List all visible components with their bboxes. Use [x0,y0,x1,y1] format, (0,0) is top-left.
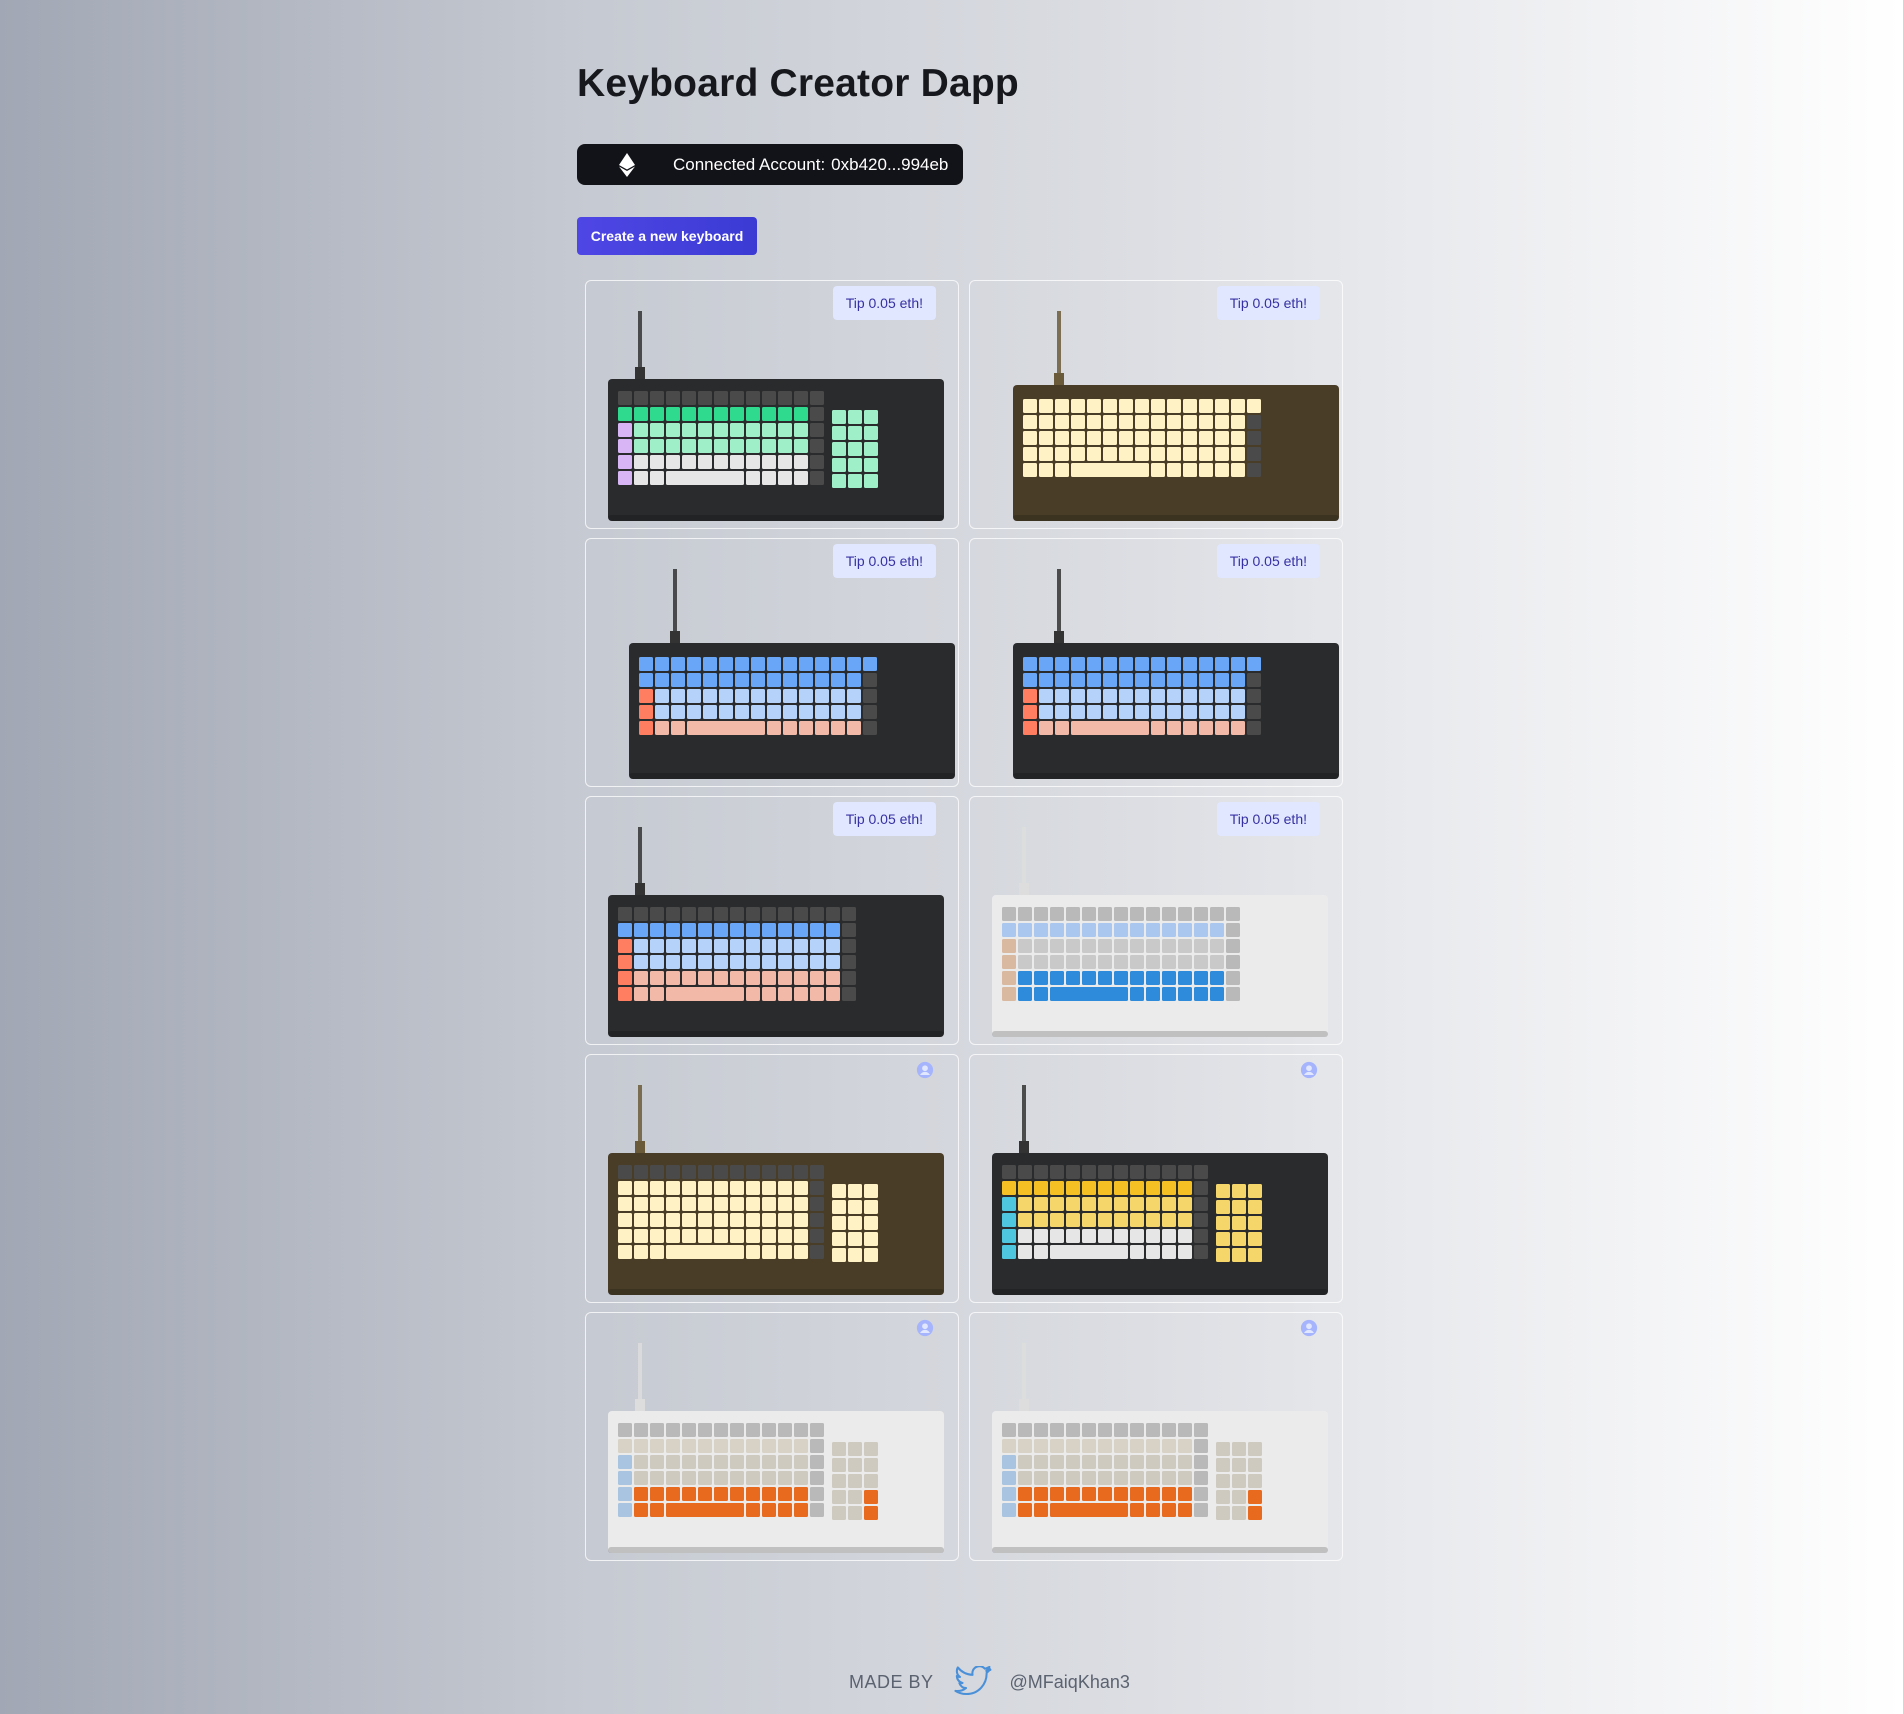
keyboard-card: Tip 0.05 eth! [585,538,959,787]
account-text: Connected Account: 0xb420...994eb [673,155,948,175]
user-circle-icon [916,1061,934,1079]
twitter-icon[interactable] [953,1665,992,1698]
keyboard-image [992,1343,1328,1553]
cable-plug [635,1399,645,1411]
cable-plug [635,1141,645,1153]
keycaps [639,657,877,735]
create-keyboard-button[interactable]: Create a new keyboard [577,217,757,255]
twitter-handle-link[interactable]: @MFaiqKhan3 [1010,1672,1130,1693]
tip-button[interactable]: Tip 0.05 eth! [832,802,936,836]
ethereum-icon [615,152,639,177]
tip-button[interactable]: Tip 0.05 eth! [1216,286,1320,320]
account-label: Connected Account: [673,154,826,174]
cable-plug [635,883,645,895]
user-circle-icon [1300,1061,1318,1079]
tip-button[interactable]: Tip 0.05 eth! [832,544,936,578]
tip-button[interactable]: Tip 0.05 eth! [1216,544,1320,578]
keyboard-card: Tip 0.05 eth! [969,280,1343,529]
keyboard-card: Tip 0.05 eth! [585,796,959,1045]
tip-button[interactable]: Tip 0.05 eth! [832,286,936,320]
keyboard-card [585,1054,959,1303]
keyboard-card: Tip 0.05 eth! [585,280,959,529]
user-circle-icon [916,1319,934,1337]
cable-plug [1054,373,1064,385]
tip-button[interactable]: Tip 0.05 eth! [1216,802,1320,836]
page-title: Keyboard Creator Dapp [577,62,1019,105]
connected-account-bar: Connected Account: 0xb420...994eb [577,144,963,185]
keyboard-card: Tip 0.05 eth! [969,796,1343,1045]
keyboard-card [969,1054,1343,1303]
keycaps [1023,399,1261,477]
made-by-label: MADE BY [849,1671,934,1692]
keyboard-card [969,1312,1343,1561]
cable-plug [1019,1399,1029,1411]
keyboard-card: Tip 0.05 eth! [969,538,1343,787]
cable-plug [635,367,645,379]
cable-plug [1019,1141,1029,1153]
footer: MADE BY @MFaiqKhan3 [849,1665,1130,1698]
cable-plug [1054,631,1064,643]
keycaps [1023,657,1261,735]
keyboard-image [992,1085,1328,1295]
keyboard-image [608,1343,944,1553]
cable-plug [670,631,680,643]
account-address: 0xb420...994eb [831,154,949,174]
keyboard-image [608,1085,944,1295]
user-circle-icon [1300,1319,1318,1337]
cable-plug [1019,883,1029,895]
keyboard-card [585,1312,959,1561]
